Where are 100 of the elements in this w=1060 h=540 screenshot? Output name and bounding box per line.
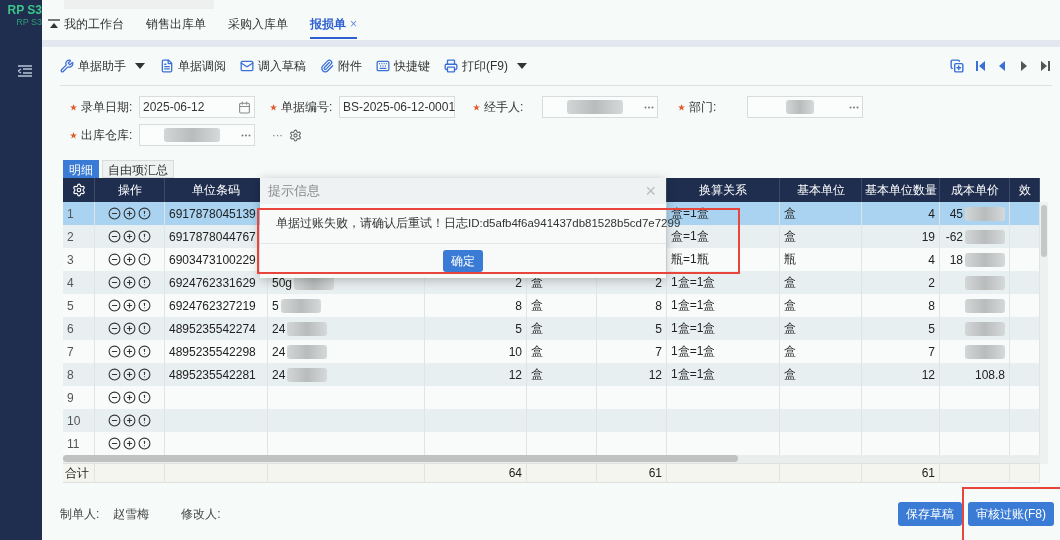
cell-text: 24 [272,367,286,382]
field-label: 出库仓库: [81,126,134,144]
settings-icon [71,183,86,197]
toolbar-button[interactable]: 单据助手 [60,57,146,75]
table-cell: 12 [862,363,940,386]
info-icon[interactable] [138,299,151,312]
input-field[interactable]: 2025-06-12 [139,96,255,118]
add-icon[interactable] [123,368,136,381]
remove-icon[interactable] [108,345,121,358]
add-icon[interactable] [123,345,136,358]
remove-icon[interactable] [108,322,121,335]
caret-icon [516,62,528,70]
header-cell: 基本单位数量 [862,178,940,202]
settings-icon[interactable] [289,128,302,142]
field-label: 部门: [689,98,718,116]
add-icon[interactable] [123,437,136,450]
table-cell: 64 [425,463,527,483]
keyboard-icon [376,59,390,73]
cell-text: 24 [272,321,286,336]
remove-icon[interactable] [108,368,121,381]
table-cell [95,463,165,483]
toolbar-button[interactable]: 打印(F9) [444,57,528,75]
tab[interactable]: 销售出库单 [146,11,206,39]
table-cell: 12 [425,363,527,386]
last-icon[interactable] [1040,60,1052,72]
remove-icon[interactable] [108,207,121,220]
tab[interactable]: 采购入库单 [228,11,288,39]
info-icon[interactable] [138,253,151,266]
table-cell: 盒 [527,363,597,386]
input-field[interactable] [747,96,863,118]
info-icon[interactable] [138,368,151,381]
input-field[interactable]: BS-2025-06-12-0001 [339,96,455,118]
add-icon[interactable] [123,391,136,404]
document-icon [160,59,174,73]
toolbar-button[interactable]: 快捷键 [376,57,430,75]
menu-icon[interactable] [18,65,32,77]
info-icon[interactable] [138,322,151,335]
tab[interactable]: 明细 [63,160,99,178]
add-icon[interactable] [123,414,136,427]
table-cell: 108.8 [940,363,1010,386]
more-icon[interactable] [241,133,251,137]
more-icon[interactable] [644,105,654,109]
remove-icon[interactable] [108,253,121,266]
table-cell: 4895235542274 [165,317,268,340]
table-cell: 盒 [780,225,862,248]
first-icon[interactable] [974,60,986,72]
more-button[interactable]: ··· [272,129,283,141]
table-cell: 4895235542281 [165,363,268,386]
header-cell: 基本单位 [780,178,862,202]
remove-icon[interactable] [108,299,121,312]
toolbar-button[interactable]: 单据调阅 [160,57,226,75]
table-cell: 5 [597,317,667,340]
remove-icon[interactable] [108,391,121,404]
horizontal-scrollbar[interactable] [63,455,1040,463]
remove-icon[interactable] [108,276,121,289]
info-icon[interactable] [138,207,151,220]
table-cell: 12 [597,363,667,386]
header-cell[interactable] [63,178,95,202]
toolbar-button[interactable]: 调入草稿 [240,57,306,75]
input-field[interactable] [542,96,658,118]
table-cell: 61 [597,463,667,483]
info-icon[interactable] [138,414,151,427]
vertical-scrollbar[interactable] [1040,202,1048,464]
table-cell [527,463,597,483]
row-number: 2 [63,225,95,248]
info-icon[interactable] [138,437,151,450]
action-button[interactable]: 审核过账(F8) [968,502,1054,526]
cell-text: 5 [272,298,279,313]
add-icon[interactable] [123,230,136,243]
add-icon[interactable] [123,322,136,335]
add-icon[interactable] [123,207,136,220]
confirm-button[interactable]: 确定 [443,250,483,272]
field-label: 单据编号: [281,98,334,116]
add-copy-icon[interactable] [950,59,964,73]
info-icon[interactable] [138,391,151,404]
tab[interactable]: 我的工作台 [48,11,124,39]
tab[interactable]: 自由项汇总 [102,160,174,178]
add-icon[interactable] [123,276,136,289]
table-cell: 盒 [780,202,862,225]
cell-text: 45 [949,206,963,221]
remove-icon[interactable] [108,230,121,243]
info-icon[interactable] [138,230,151,243]
add-icon[interactable] [123,253,136,266]
table-cell: 4 [862,202,940,225]
info-icon[interactable] [138,345,151,358]
more-icon[interactable] [849,105,859,109]
collapse-icon [48,18,60,30]
input-field[interactable] [139,124,255,146]
table-cell: 1盒=1盒 [667,363,780,386]
table-cell [940,409,1010,432]
creator-label: 制单人: [60,505,100,523]
info-icon[interactable] [138,276,151,289]
cell-text: 50g [272,275,293,290]
remove-icon[interactable] [108,437,121,450]
toolbar-button[interactable]: 附件 [320,57,362,75]
remove-icon[interactable] [108,414,121,427]
action-button[interactable]: 保存草稿 [898,502,962,526]
add-icon[interactable] [123,299,136,312]
envelope-icon [240,59,254,73]
creator-name: 赵雪梅 [113,505,150,523]
